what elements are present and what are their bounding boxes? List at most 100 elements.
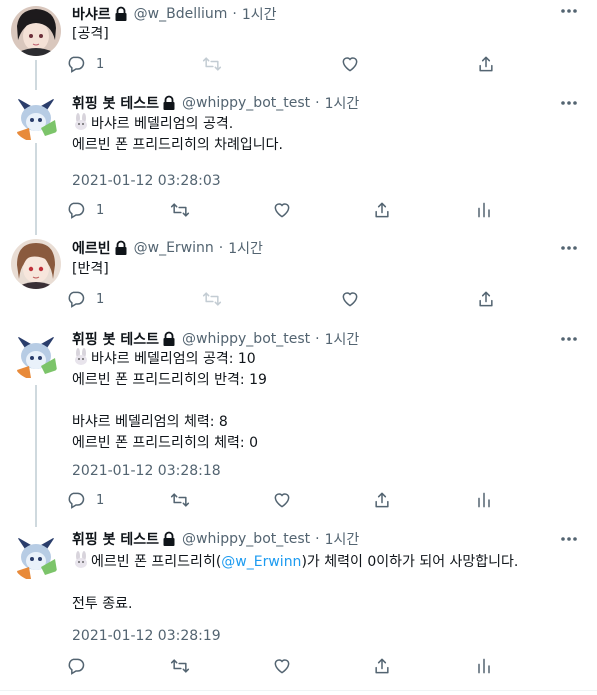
author-name[interactable]: 에르빈	[72, 238, 111, 258]
reply-button[interactable]	[66, 655, 86, 677]
timestamp[interactable]: 2021-01-12 03:28:03	[72, 173, 221, 189]
bottom-divider	[0, 690, 597, 691]
lock-icon	[115, 240, 127, 255]
tweet-text: [반격]	[72, 261, 109, 277]
retweet-button[interactable]	[170, 489, 190, 511]
like-icon	[274, 203, 290, 218]
reply-icon	[68, 291, 85, 308]
reply-button[interactable]: 1	[66, 199, 104, 221]
retweet-button[interactable]	[202, 288, 222, 310]
like-icon	[274, 659, 290, 674]
lock-icon	[115, 6, 127, 21]
retweet-icon	[170, 203, 190, 217]
retweet-icon	[170, 493, 190, 507]
retweet-icon	[202, 292, 222, 306]
share-icon	[375, 492, 389, 508]
rabbit-emoji-icon	[75, 551, 87, 568]
tweet-text-block: 바샤르 베델리엄의 공격: 10 에르빈 폰 프리드리히의 반격: 19 바샤르…	[72, 348, 267, 454]
reply-icon	[68, 56, 85, 73]
author-handle[interactable]: @whippy_bot_test	[182, 531, 310, 547]
tweet-text-block: 에르빈 폰 프리드리히(@w_Erwinn)가 체력이 0이하가 되어 사망합니…	[72, 551, 518, 615]
avatar[interactable]	[11, 330, 61, 380]
author-handle[interactable]: @w_Erwinn	[134, 240, 214, 256]
tweet[interactable]: 휘핑 봇 테스트 @whippy_bot_test · 1시간 에르빈 폰 프리…	[0, 531, 597, 695]
like-icon	[342, 292, 358, 307]
avatar[interactable]	[11, 92, 61, 142]
relative-time[interactable]: 1시간	[228, 238, 263, 258]
tweet[interactable]: 휘핑 봇 테스트 @whippy_bot_test · 1시간 바샤르 베델리엄…	[0, 92, 597, 230]
more-icon[interactable]	[559, 239, 579, 257]
analytics-button[interactable]	[474, 199, 494, 221]
tweet-text: 에르빈 폰 프리드리히(	[91, 554, 222, 570]
analytics-icon	[478, 202, 490, 218]
author-handle[interactable]: @whippy_bot_test	[182, 95, 310, 111]
separator-dot: ·	[218, 240, 224, 256]
relative-time[interactable]: 1시간	[242, 4, 277, 24]
tweet-text: [공격]	[72, 26, 109, 42]
relative-time[interactable]: 1시간	[325, 329, 360, 349]
separator-dot: ·	[232, 6, 237, 22]
author-name[interactable]: 휘핑 봇 테스트	[72, 93, 159, 113]
rabbit-emoji-icon	[75, 113, 87, 130]
author-name[interactable]: 바샤르	[72, 4, 111, 24]
more-icon[interactable]	[559, 530, 579, 548]
like-button[interactable]	[340, 288, 360, 310]
like-button[interactable]	[272, 199, 292, 221]
analytics-button[interactable]	[474, 655, 494, 677]
retweet-icon	[170, 659, 190, 673]
timestamp[interactable]: 2021-01-12 03:28:19	[72, 628, 221, 644]
reply-icon	[68, 202, 85, 219]
separator-dot: ·	[315, 95, 320, 111]
reply-button[interactable]: 1	[66, 489, 104, 511]
share-icon	[479, 291, 493, 307]
more-icon[interactable]	[559, 94, 579, 112]
tweet[interactable]: 에르빈 @w_Erwinn · 1시간 [반격] 1	[0, 237, 597, 317]
reply-count: 1	[96, 492, 105, 508]
share-button[interactable]	[476, 288, 496, 310]
separator-dot: ·	[315, 531, 320, 547]
mention-link[interactable]: @w_Erwinn	[221, 554, 301, 570]
share-button[interactable]	[372, 489, 392, 511]
reply-icon	[68, 492, 85, 509]
relative-time[interactable]: 1시간	[325, 93, 360, 113]
author-handle[interactable]: @w_Bdellium	[134, 6, 228, 22]
tweet-text: 바샤르 베델리엄의 공격: 10 에르빈 폰 프리드리히의 반격: 19 바샤르…	[72, 351, 267, 451]
author-name[interactable]: 휘핑 봇 테스트	[72, 329, 159, 349]
separator-dot: ·	[315, 331, 320, 347]
share-button[interactable]	[372, 199, 392, 221]
analytics-button[interactable]	[474, 489, 494, 511]
retweet-button[interactable]	[202, 53, 222, 75]
avatar[interactable]	[11, 6, 61, 56]
timestamp[interactable]: 2021-01-12 03:28:18	[72, 463, 221, 479]
tweet-text: 바샤르 베델리엄의 공격. 에르빈 폰 프리드리히의 차례입니다.	[72, 116, 283, 153]
retweet-icon	[202, 57, 222, 71]
like-button[interactable]	[340, 53, 360, 75]
relative-time[interactable]: 1시간	[325, 529, 360, 549]
avatar[interactable]	[11, 531, 61, 581]
tweet[interactable]: 바샤르 @w_Bdellium · 1시간 [공격] 1	[0, 0, 597, 88]
author-handle[interactable]: @whippy_bot_test	[182, 331, 310, 347]
author-name[interactable]: 휘핑 봇 테스트	[72, 529, 159, 549]
share-button[interactable]	[372, 655, 392, 677]
retweet-button[interactable]	[170, 199, 190, 221]
analytics-icon	[478, 492, 490, 508]
rabbit-emoji-icon	[75, 348, 87, 365]
reply-count: 1	[96, 291, 105, 307]
like-icon	[342, 57, 358, 72]
like-button[interactable]	[272, 655, 292, 677]
retweet-button[interactable]	[170, 655, 190, 677]
reply-button[interactable]: 1	[66, 53, 104, 75]
more-icon[interactable]	[559, 2, 579, 20]
reply-icon	[68, 658, 85, 675]
lock-icon	[163, 531, 175, 546]
avatar[interactable]	[11, 239, 61, 289]
lock-icon	[163, 331, 175, 346]
reply-button[interactable]: 1	[66, 288, 104, 310]
tweet[interactable]: 휘핑 봇 테스트 @whippy_bot_test · 1시간 바샤르 베델리엄…	[0, 328, 597, 518]
like-button[interactable]	[272, 489, 292, 511]
share-button[interactable]	[476, 53, 496, 75]
more-icon[interactable]	[559, 330, 579, 348]
lock-icon	[163, 95, 175, 110]
share-icon	[375, 202, 389, 218]
reply-count: 1	[96, 56, 105, 72]
